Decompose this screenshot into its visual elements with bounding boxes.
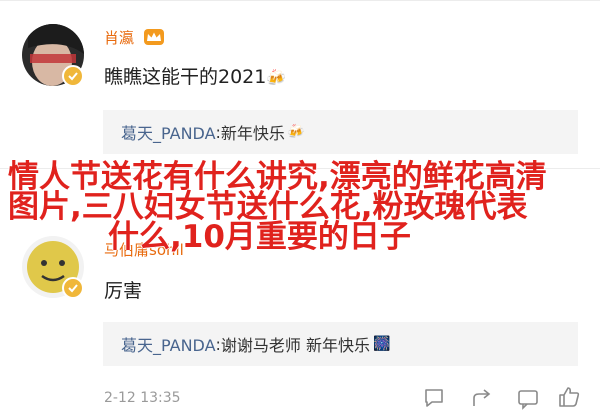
verified-badge-icon xyxy=(62,277,84,299)
crown-icon xyxy=(143,28,165,50)
chat-bubble-icon[interactable] xyxy=(422,386,446,414)
verified-badge-icon xyxy=(62,65,84,87)
reply-username[interactable]: 葛天_PANDA xyxy=(121,332,216,356)
comment-icon[interactable] xyxy=(516,386,540,414)
comment-text: 厉害 xyxy=(104,280,143,302)
reply-text: 谢谢马老师 新年快乐 xyxy=(220,336,371,355)
comment-text: 瞧瞧这能干的2021 xyxy=(104,66,267,88)
username[interactable]: 肖瀛 xyxy=(104,29,134,47)
beer-emoji: 🍻 xyxy=(286,124,305,140)
overlay-headline: 情人节送花有什么讲究,漂亮的鲜花高清 图片,三八妇女节送什么花,粉玫瑰代表 什么… xyxy=(8,159,598,255)
overlay-line: 情人节送花有什么讲究,漂亮的鲜花高清 xyxy=(8,159,547,195)
beer-emoji: 🍻 xyxy=(266,68,287,87)
reply-box[interactable]: 葛天_PANDA: 新年快乐 🍻 xyxy=(103,110,578,154)
share-icon[interactable] xyxy=(470,386,494,414)
reply-text: 新年快乐 xyxy=(220,124,285,143)
timestamp: 2-12 13:35 xyxy=(104,390,181,406)
reply-box[interactable]: 葛天_PANDA: 谢谢马老师 新年快乐 🎆 xyxy=(103,322,578,366)
reply-username[interactable]: 葛天_PANDA xyxy=(121,120,216,144)
divider-top xyxy=(0,0,600,1)
like-icon[interactable] xyxy=(556,384,582,414)
overlay-line: 什么,10月重要的日子 xyxy=(108,219,411,255)
fireworks-emoji: 🎆 xyxy=(373,336,391,352)
overlay-line: 图片,三八妇女节送什么花,粉玫瑰代表 xyxy=(8,189,528,225)
